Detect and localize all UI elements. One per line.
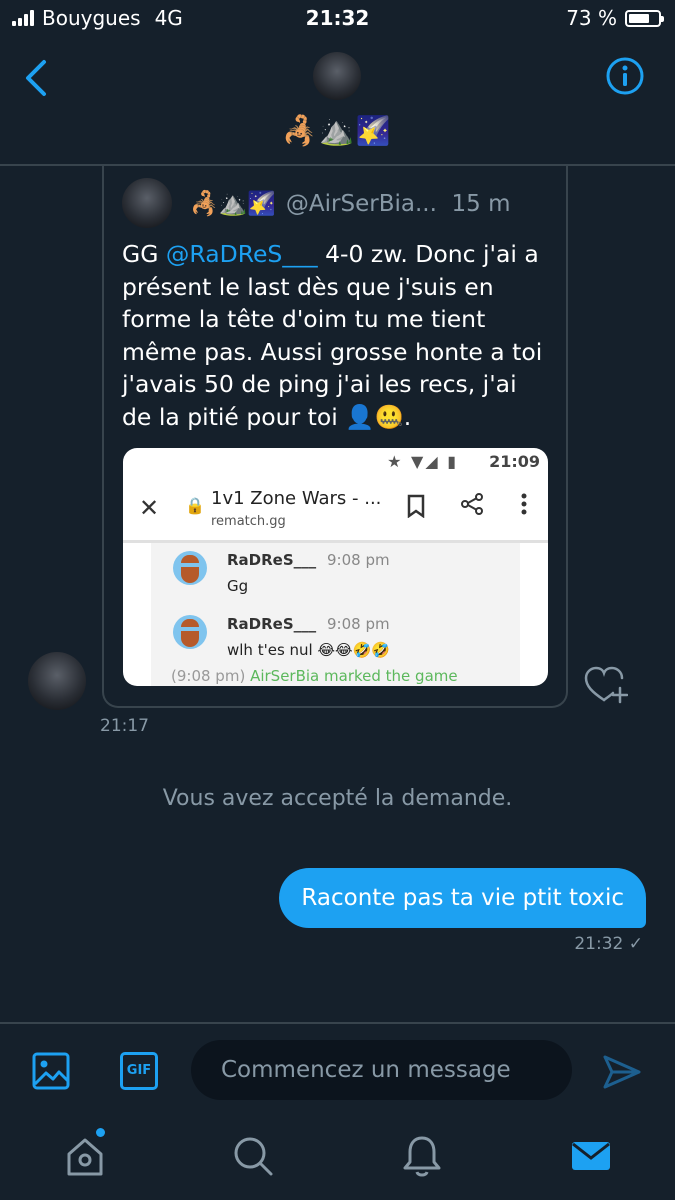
screenshot-status-icons: ★ ▼◢ ▮ [387,452,458,471]
message-input[interactable] [191,1040,572,1100]
request-accepted-note: Vous avez accepté la demande. [162,786,513,811]
sender-avatar[interactable] [28,652,86,710]
screenshot-browser-bar: ✕ 🔒 1v1 Zone Wars - ... rematch.gg [123,476,548,543]
send-icon[interactable] [602,1054,642,1090]
bookmark-icon [407,494,425,518]
screenshot-time: 21:09 [489,452,540,471]
sent-message-timestamp: 21:32 ✓ [574,934,643,954]
contact-name[interactable]: 🦂⛰️🌠 [0,114,675,147]
message-composer: GIF [0,1022,675,1112]
status-bar: Bouygues 4G 21:32 73 % [0,0,675,38]
contact-avatar[interactable] [313,52,361,100]
more-vertical-icon [521,493,527,515]
info-icon[interactable] [605,56,645,96]
home-notification-dot [96,1128,105,1137]
screenshot-status-bar: ★ ▼◢ ▮ 21:09 [123,448,548,476]
heart-plus-icon[interactable] [584,666,628,706]
chat-avatar [173,615,207,649]
tweet-author-name: 🦂⛰️🌠 [190,191,276,217]
tweet-age: 15 m [451,191,511,217]
chat-time: 9:08 pm [327,551,390,569]
tweet-author-avatar[interactable] [122,178,172,228]
image-icon[interactable] [32,1052,70,1090]
bottom-tab-bar [0,1110,675,1200]
screenshot-system-message: (9:08 pm) AirSerBia marked the game [171,667,458,685]
message-timestamp: 21:17 [100,716,149,736]
notifications-icon[interactable] [400,1134,444,1178]
tweet-text: GG @RaDReS___ 4-0 zw. Donc j'ai a présen… [122,238,552,433]
mention-link[interactable]: @RaDReS___ [166,240,318,268]
share-icon [461,493,483,515]
tweet-media-screenshot[interactable]: ★ ▼◢ ▮ 21:09 ✕ 🔒 1v1 Zone Wars - ... rem… [123,448,548,686]
chat-body: wlh t'es nul 😂😂🤣🤣 [227,641,390,659]
tweet-author-handle: @AirSerBia... [285,191,437,217]
chat-time: 9:08 pm [327,615,390,633]
tweet-header: 🦂⛰️🌠 @AirSerBia... 15 m [190,190,511,217]
battery-icon [625,9,664,27]
screenshot-page-title: 1v1 Zone Wars - ... [211,488,382,509]
chat-username: RaDReS___ [227,551,317,569]
messages-icon[interactable] [569,1134,613,1178]
system-time: (9:08 pm) [171,667,246,685]
back-chevron-icon[interactable] [22,58,52,98]
system-action: marked the game [324,667,458,685]
home-icon[interactable] [63,1134,107,1178]
search-icon[interactable] [231,1134,275,1178]
gif-button[interactable]: GIF [120,1052,158,1090]
close-icon: ✕ [139,494,160,522]
sent-message-bubble[interactable]: Raconte pas ta vie ptit toxic [279,868,646,928]
conversation-header: 🦂⛰️🌠 [0,38,675,166]
chat-body: Gg [227,577,249,595]
chat-username: RaDReS___ [227,615,317,633]
system-user: AirSerBia [250,667,320,685]
tweet-text-rest: 4-0 zw. Donc j'ai a présent le last dès … [122,240,543,431]
lock-icon: 🔒 [185,496,205,515]
battery-status: 73 % [566,6,664,30]
screenshot-page-url: rematch.gg [211,514,286,529]
screenshot-chat: RaDReS___ 9:08 pm Gg RaDReS___ 9:08 pm w… [151,543,520,686]
chat-avatar [173,551,207,585]
battery-percent: 73 % [566,6,617,30]
tweet-text-start: GG [122,240,166,268]
